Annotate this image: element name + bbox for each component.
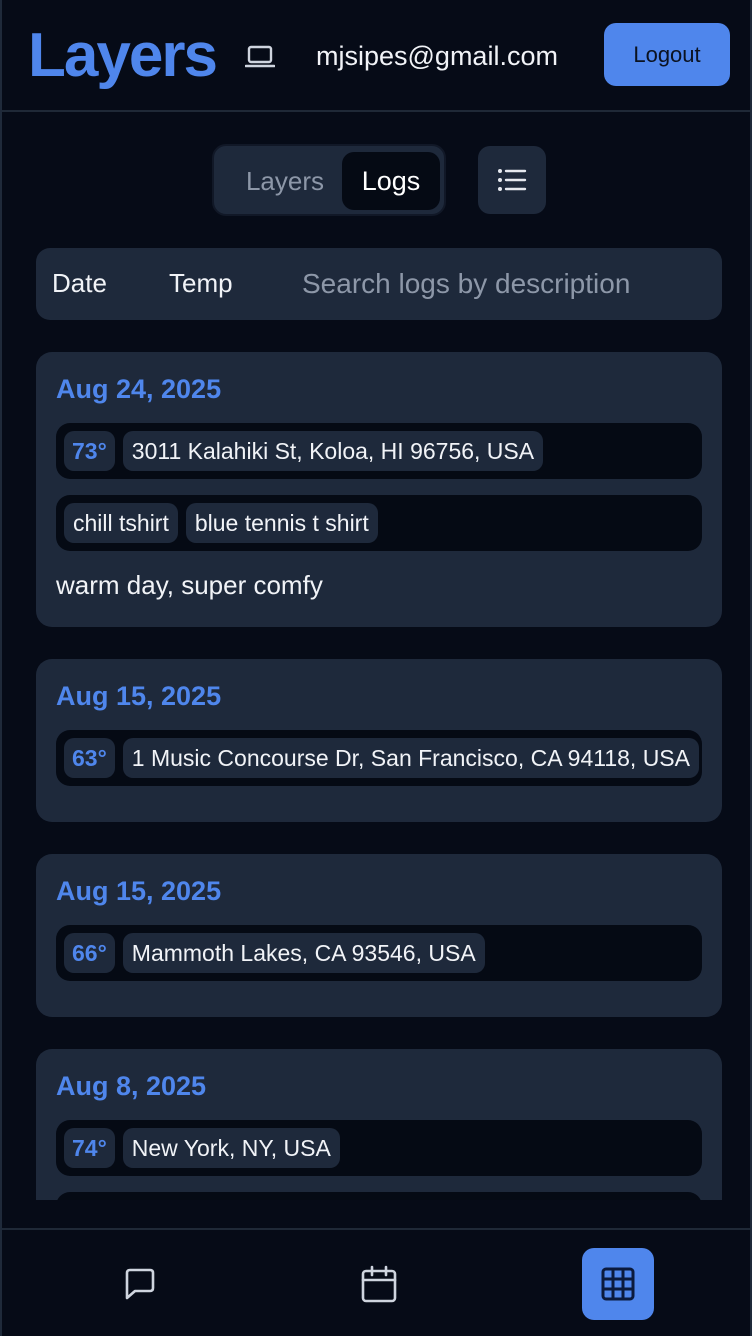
layer-chip[interactable]: chill tshirt <box>64 503 178 543</box>
laptop-icon <box>245 45 275 68</box>
chat-icon <box>125 1268 155 1300</box>
view-toggle: Layers Logs <box>212 144 446 216</box>
layer-chip[interactable]: blue tennis t shirt <box>185 503 378 543</box>
layers-row: chill tshirt blue tennis t shirt <box>56 495 702 551</box>
location-chip: Mammoth Lakes, CA 93546, USA <box>122 933 485 973</box>
nav-chat-button[interactable] <box>104 1248 176 1320</box>
nav-calendar-button[interactable] <box>343 1248 415 1320</box>
weather-row: 73° 3011 Kalahiki St, Koloa, HI 96756, U… <box>56 423 702 479</box>
nav-grid-button[interactable] <box>582 1248 654 1320</box>
log-date: Aug 8, 2025 <box>56 1071 207 1101</box>
log-note: warm day, super comfy <box>56 570 323 600</box>
log-date: Aug 15, 2025 <box>56 681 222 711</box>
log-card[interactable]: Aug 24, 2025 73° 3011 Kalahiki St, Koloa… <box>36 352 722 627</box>
log-date: Aug 24, 2025 <box>56 374 222 404</box>
list-icon <box>498 169 527 191</box>
temperature-chip: 63° <box>64 738 115 778</box>
bottom-nav <box>2 1228 750 1336</box>
log-card[interactable]: Aug 8, 2025 74° New York, NY, USA <box>36 1049 722 1200</box>
grid-icon <box>601 1267 635 1301</box>
temperature-chip: 73° <box>64 431 115 471</box>
app-logo[interactable]: Layers <box>28 22 218 90</box>
location-chip: New York, NY, USA <box>122 1128 340 1168</box>
weather-row: 63° 1 Music Concourse Dr, San Francisco,… <box>56 730 702 786</box>
sort-by-temp-button[interactable]: Temp <box>169 268 233 299</box>
sort-by-date-button[interactable]: Date <box>52 268 107 299</box>
logout-button[interactable]: Logout <box>604 23 730 86</box>
calendar-icon <box>361 1265 397 1303</box>
temperature-chip: 66° <box>64 933 115 973</box>
temperature-chip: 74° <box>64 1128 115 1168</box>
log-list[interactable]: Aug 24, 2025 73° 3011 Kalahiki St, Koloa… <box>36 352 722 1200</box>
weather-row: 66° Mammoth Lakes, CA 93546, USA <box>56 925 702 981</box>
tab-logs[interactable]: Logs <box>342 152 440 210</box>
weather-row: 74° New York, NY, USA <box>56 1120 702 1176</box>
search-input[interactable] <box>302 260 690 308</box>
app-header: Layers mjsipes@gmail.com Logout <box>2 0 750 112</box>
log-card[interactable]: Aug 15, 2025 63° 1 Music Concourse Dr, S… <box>36 659 722 822</box>
list-view-button[interactable] <box>478 146 546 214</box>
tab-layers[interactable]: Layers <box>222 152 348 210</box>
log-card[interactable]: Aug 15, 2025 66° Mammoth Lakes, CA 93546… <box>36 854 722 1017</box>
log-date: Aug 15, 2025 <box>56 876 222 906</box>
location-chip: 3011 Kalahiki St, Koloa, HI 96756, USA <box>122 431 544 471</box>
user-email: mjsipes@gmail.com <box>316 41 558 71</box>
layers-row <box>56 1192 702 1200</box>
filter-bar: Date Temp <box>36 248 722 320</box>
location-chip: 1 Music Concourse Dr, San Francisco, CA … <box>122 738 699 778</box>
